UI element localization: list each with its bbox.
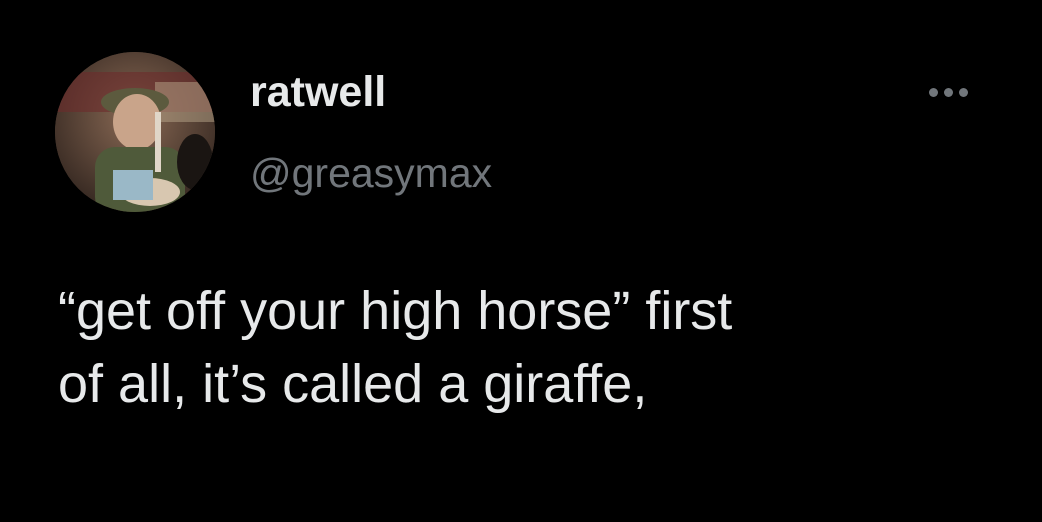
tweet-card: ratwell @greasymax “get off your high ho… bbox=[0, 0, 1042, 522]
more-horizontal-icon bbox=[928, 87, 938, 97]
tweet-text-line-1: “get off your high horse” first bbox=[58, 281, 733, 341]
avatar-photo bbox=[55, 52, 215, 212]
avatar[interactable] bbox=[55, 52, 215, 212]
more-horizontal-icon-dot bbox=[943, 87, 953, 97]
more-options-button[interactable] bbox=[912, 70, 984, 114]
more-horizontal-icon-dot bbox=[958, 87, 968, 97]
tweet-text: “get off your high horse” first of all, … bbox=[58, 275, 1018, 421]
tweet-text-line-2: of all, it’s called a giraffe, bbox=[58, 354, 648, 414]
user-handle[interactable]: @greasymax bbox=[250, 146, 492, 200]
display-name[interactable]: ratwell bbox=[250, 64, 386, 120]
